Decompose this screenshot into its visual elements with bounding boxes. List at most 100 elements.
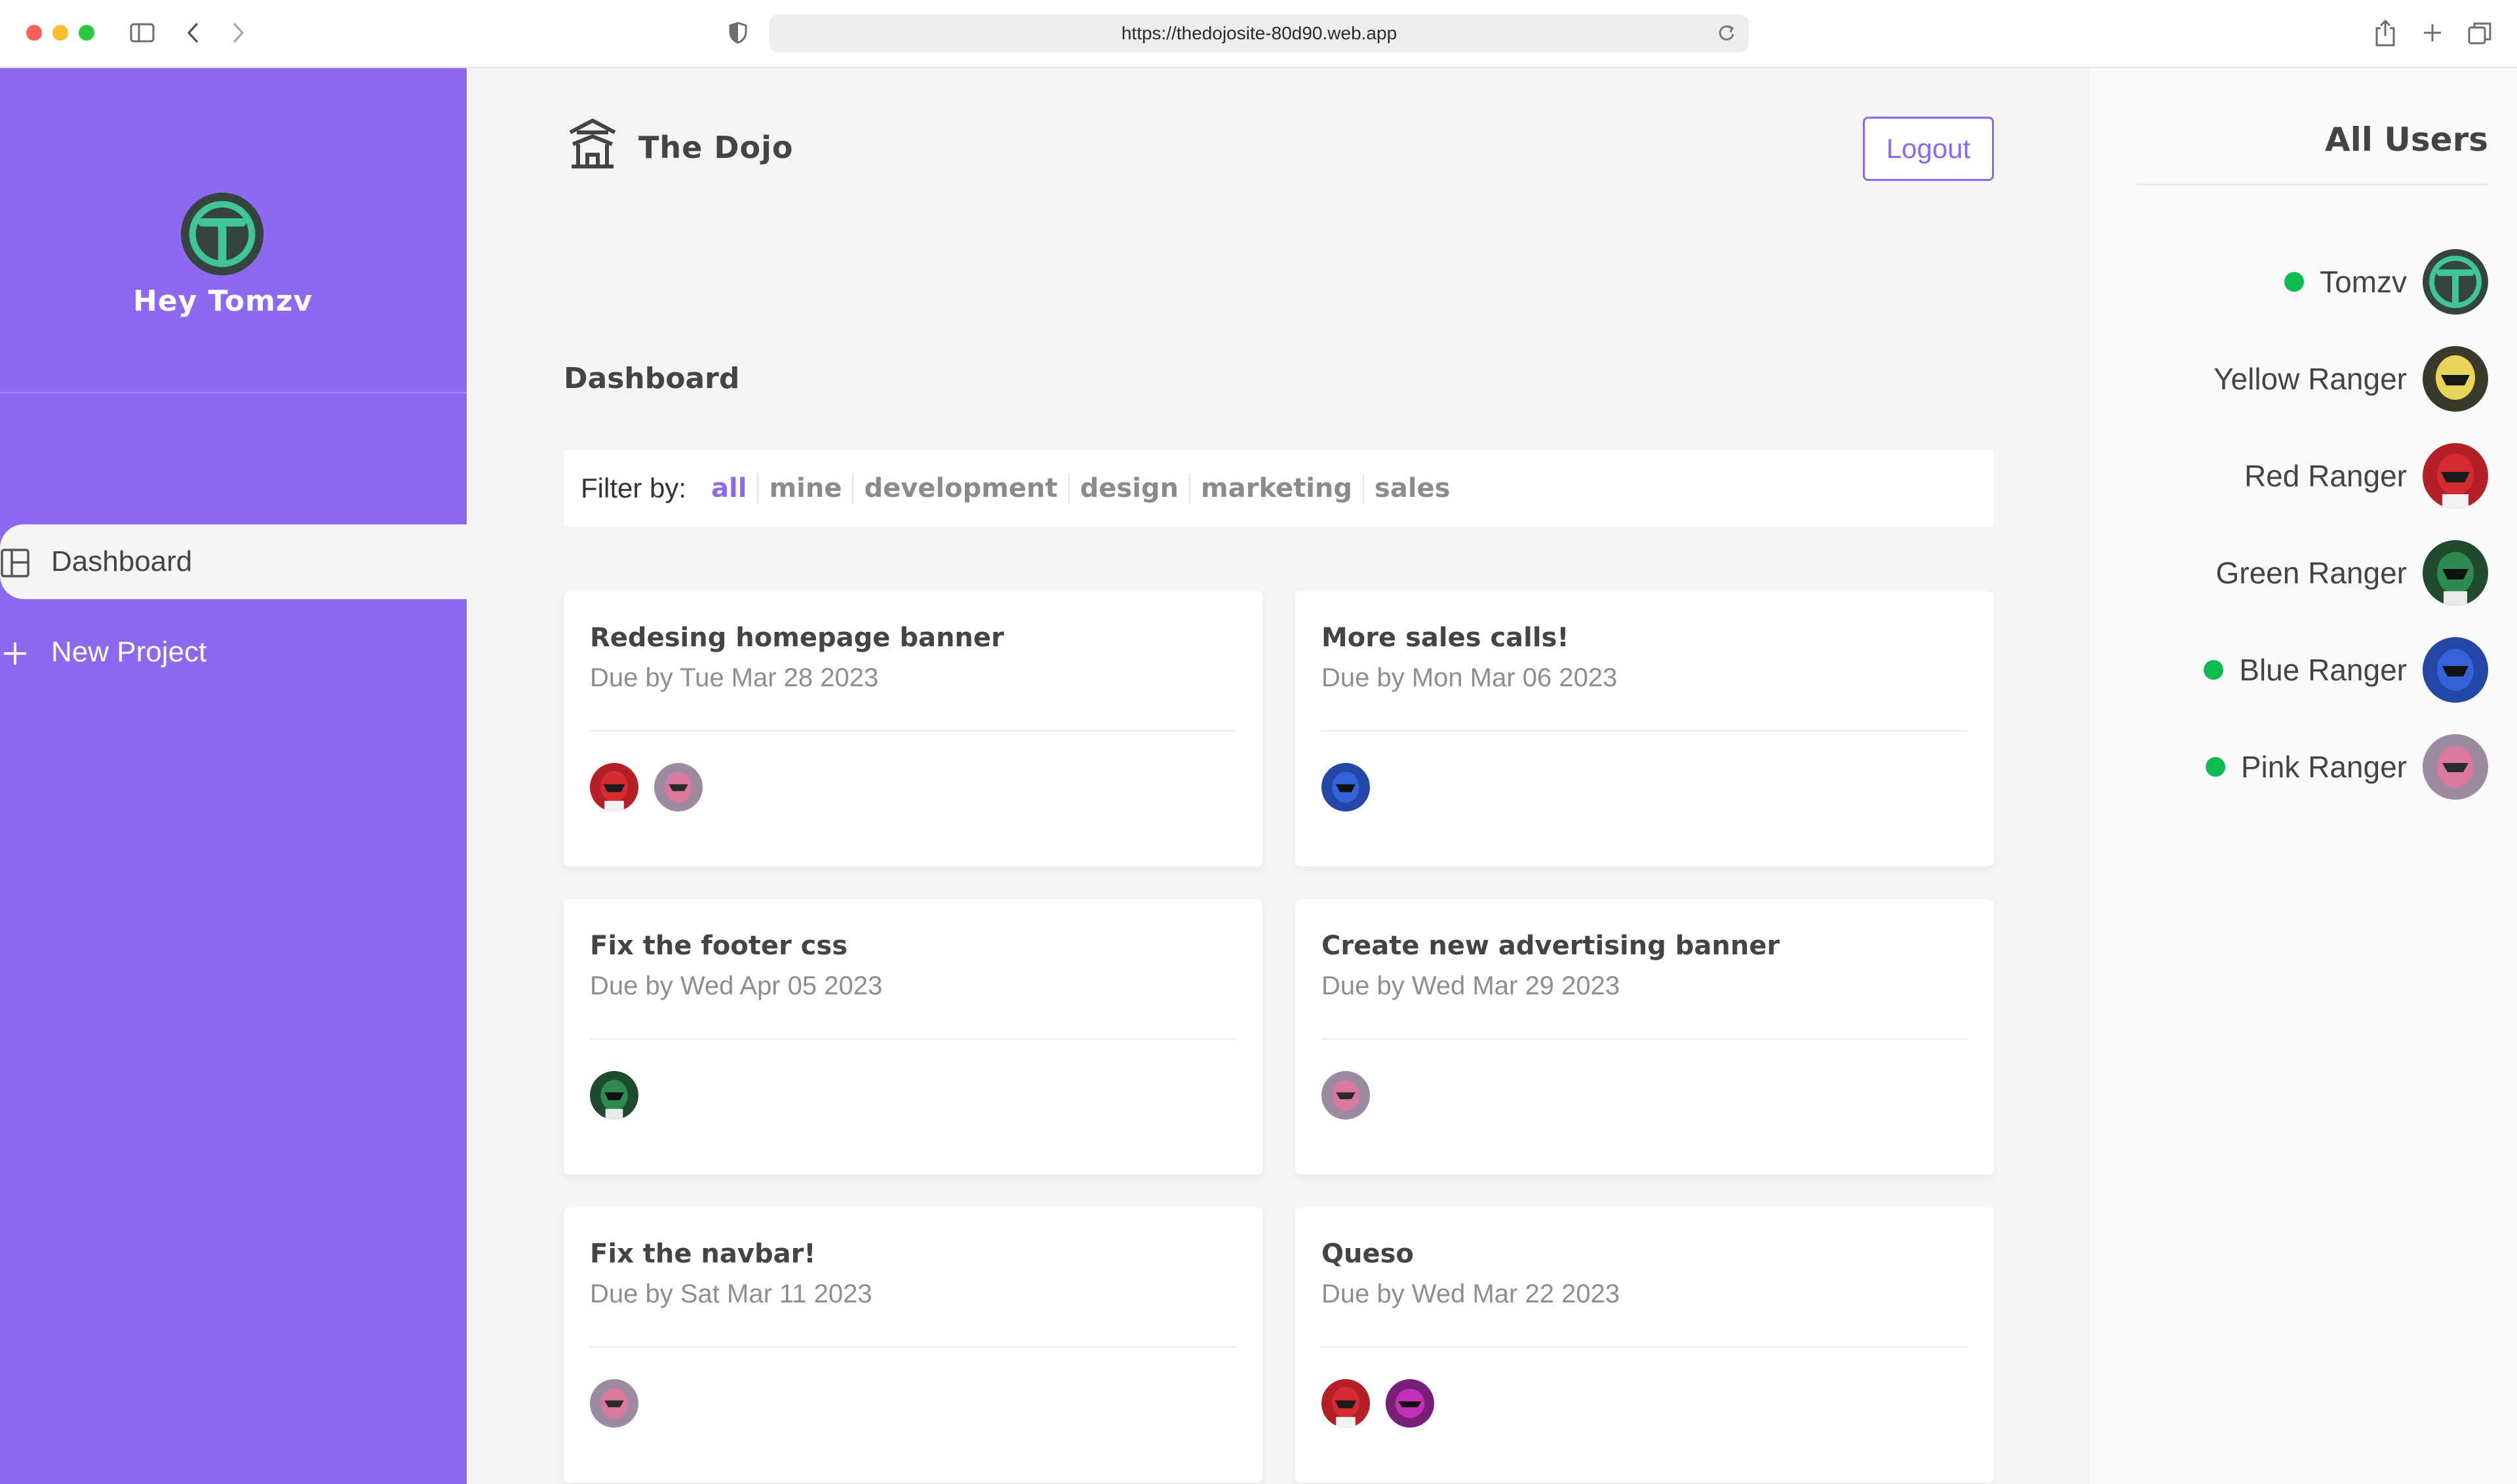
address-bar[interactable]: https://thedojosite-80d90.web.app [770,14,1749,52]
project-due-date: Due by Tue Mar 28 2023 [590,663,879,692]
page-title: Dashboard [564,362,740,395]
pink-ranger-avatar [590,1379,638,1428]
user-row-green-ranger[interactable]: Green Ranger [2215,540,2488,606]
project-title: More sales calls! [1321,623,1569,653]
filter-design[interactable]: design [1068,473,1189,503]
sidebar-item-new-project[interactable]: New Project [0,615,467,690]
project-due-date: Due by Wed Mar 22 2023 [1321,1279,1620,1308]
online-indicator [2284,272,2305,292]
green-ranger-avatar [2423,540,2488,606]
tab-overview-icon[interactable] [2463,17,2496,49]
green-ranger-avatar [590,1071,638,1120]
project-title: Redesing homepage banner [590,623,1004,653]
card-divider [1321,1346,1968,1348]
filter-mine[interactable]: mine [757,473,852,503]
project-filter: Filter by: all mine development design m… [564,450,1994,527]
user-name: Tomzv [2320,265,2407,299]
user-avatar [181,193,263,275]
url-text: https://thedojosite-80d90.web.app [1121,23,1397,43]
user-name: Green Ranger [2215,556,2408,590]
assigned-users [1321,763,1370,811]
main-content: The Dojo Logout Dashboard Filter by: all… [467,68,2090,1484]
project-card[interactable]: Queso Due by Wed Mar 22 2023 [1295,1207,1994,1483]
user-row-pink-ranger[interactable]: Pink Ranger [2205,734,2488,800]
yellow-ranger-avatar [2423,346,2488,412]
filter-all[interactable]: all [711,473,757,503]
assigned-users [590,1379,638,1428]
assigned-users [590,763,703,811]
project-title: Create new advertising banner [1321,931,1780,961]
sidebar-item-label: New Project [51,636,207,668]
sidebar-item-label: Dashboard [51,545,193,577]
browser-toolbar: https://thedojosite-80d90.web.app [0,0,2517,68]
project-card[interactable]: Create new advertising banner Due by Wed… [1295,899,1994,1175]
card-divider [1321,1038,1968,1040]
project-card[interactable]: Fix the navbar! Due by Sat Mar 11 2023 [564,1207,1262,1483]
tomzv-logo-avatar [2423,249,2488,315]
card-divider [590,1346,1236,1348]
privacy-shield-icon[interactable] [726,17,750,49]
temple-icon [565,115,620,170]
user-row-blue-ranger[interactable]: Blue Ranger [2204,637,2488,703]
filter-sales[interactable]: sales [1363,473,1460,503]
project-card[interactable]: More sales calls! Due by Mon Mar 06 2023 [1295,591,1994,867]
blue-ranger-avatar [1321,763,1370,811]
online-indicator [2204,660,2224,680]
users-panel: All Users Tomzv Yellow Ranger Red Ranger… [2090,68,2517,1484]
online-indicator [2205,757,2225,777]
project-due-date: Due by Sat Mar 11 2023 [590,1279,872,1308]
forward-icon[interactable] [228,17,249,49]
dashboard-icon [0,548,30,578]
filter-marketing[interactable]: marketing [1189,473,1363,503]
project-due-date: Due by Wed Mar 29 2023 [1321,971,1620,1000]
project-card[interactable]: Fix the footer css Due by Wed Apr 05 202… [564,899,1262,1175]
blue-ranger-avatar [2423,637,2488,703]
share-icon[interactable] [2369,17,2402,49]
card-divider [1321,730,1968,732]
back-icon[interactable] [182,17,203,49]
greeting: Hey Tomzv [132,284,313,318]
user-row-tomzv[interactable]: Tomzv [2284,249,2488,315]
sidebar: Hey Tomzv Dashboard New Project [0,68,467,1484]
sidebar-nav: Dashboard New Project [0,524,467,690]
magenta-ranger-avatar [1386,1379,1434,1428]
users-panel-divider [2137,184,2488,186]
project-title: Queso [1321,1239,1414,1269]
pink-ranger-avatar [654,763,703,811]
sidebar-item-dashboard[interactable]: Dashboard [0,524,467,599]
assigned-users [1321,1071,1370,1120]
card-divider [590,730,1236,732]
user-name: Yellow Ranger [2214,362,2407,396]
red-ranger-avatar [1321,1379,1370,1428]
brand-name: The Dojo [638,130,794,165]
pink-ranger-avatar [1321,1071,1370,1120]
logout-button[interactable]: Logout [1863,117,1994,181]
assigned-users [1321,1379,1434,1428]
sidebar-user: Hey Tomzv [0,68,467,393]
zoom-window-button[interactable] [79,25,94,41]
red-ranger-avatar [590,763,638,811]
plus-icon [0,638,30,669]
project-title: Fix the navbar! [590,1239,816,1269]
sidebar-toggle-icon[interactable] [127,17,157,49]
project-due-date: Due by Wed Apr 05 2023 [590,971,883,1000]
user-row-yellow-ranger[interactable]: Yellow Ranger [2214,346,2488,412]
user-name: Pink Ranger [2240,750,2407,784]
user-name: Red Ranger [2244,459,2407,493]
user-name: Blue Ranger [2239,653,2407,687]
project-card[interactable]: Redesing homepage banner Due by Tue Mar … [564,591,1262,867]
red-ranger-avatar [2423,443,2488,509]
card-divider [590,1038,1236,1040]
filter-label: Filter by: [581,473,687,503]
minimize-window-button[interactable] [52,25,68,41]
pink-ranger-avatar [2423,734,2488,800]
users-panel-title: All Users [2324,121,2488,159]
assigned-users [590,1071,638,1120]
reload-icon[interactable] [1716,22,1737,47]
project-title: Fix the footer css [590,931,848,961]
filter-development[interactable]: development [852,473,1068,503]
new-tab-icon[interactable] [2416,17,2449,49]
project-due-date: Due by Mon Mar 06 2023 [1321,663,1618,692]
user-row-red-ranger[interactable]: Red Ranger [2244,443,2488,509]
close-window-button[interactable] [26,25,42,41]
